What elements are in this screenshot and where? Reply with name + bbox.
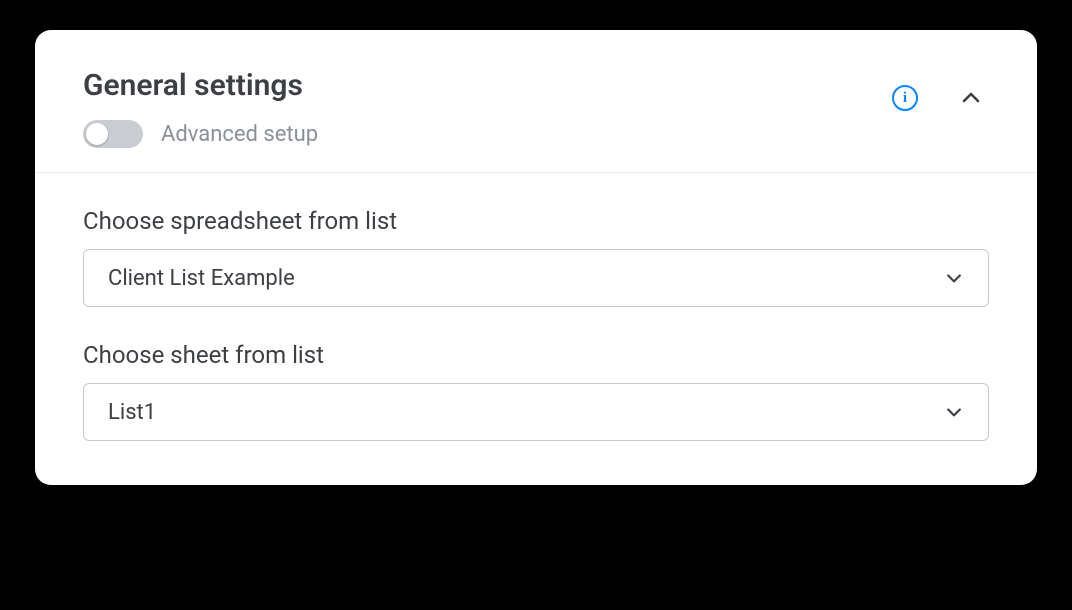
sheet-field: Choose sheet from list List1 — [83, 341, 989, 441]
spreadsheet-select-value: Client List Example — [108, 266, 295, 291]
advanced-setup-label: Advanced setup — [161, 122, 318, 147]
info-button[interactable]: i — [889, 82, 921, 114]
chevron-up-icon — [959, 86, 983, 110]
spreadsheet-select[interactable]: Client List Example — [83, 249, 989, 307]
general-settings-panel: General settings Advanced setup i — [35, 30, 1037, 485]
spreadsheet-label: Choose spreadsheet from list — [83, 207, 989, 235]
header-left: General settings Advanced setup — [83, 68, 318, 148]
header-right: i — [889, 68, 989, 116]
chevron-down-icon — [944, 268, 964, 288]
collapse-button[interactable] — [953, 80, 989, 116]
sheet-select[interactable]: List1 — [83, 383, 989, 441]
advanced-setup-toggle[interactable] — [83, 120, 143, 148]
spreadsheet-field: Choose spreadsheet from list Client List… — [83, 207, 989, 307]
section-title: General settings — [83, 68, 318, 104]
toggle-knob — [86, 123, 108, 145]
chevron-down-icon — [944, 402, 964, 422]
panel-header: General settings Advanced setup i — [35, 30, 1037, 173]
sheet-label: Choose sheet from list — [83, 341, 989, 369]
info-icon: i — [892, 85, 918, 111]
sheet-select-value: List1 — [108, 400, 156, 425]
panel-body: Choose spreadsheet from list Client List… — [35, 173, 1037, 485]
advanced-setup-row: Advanced setup — [83, 120, 318, 148]
